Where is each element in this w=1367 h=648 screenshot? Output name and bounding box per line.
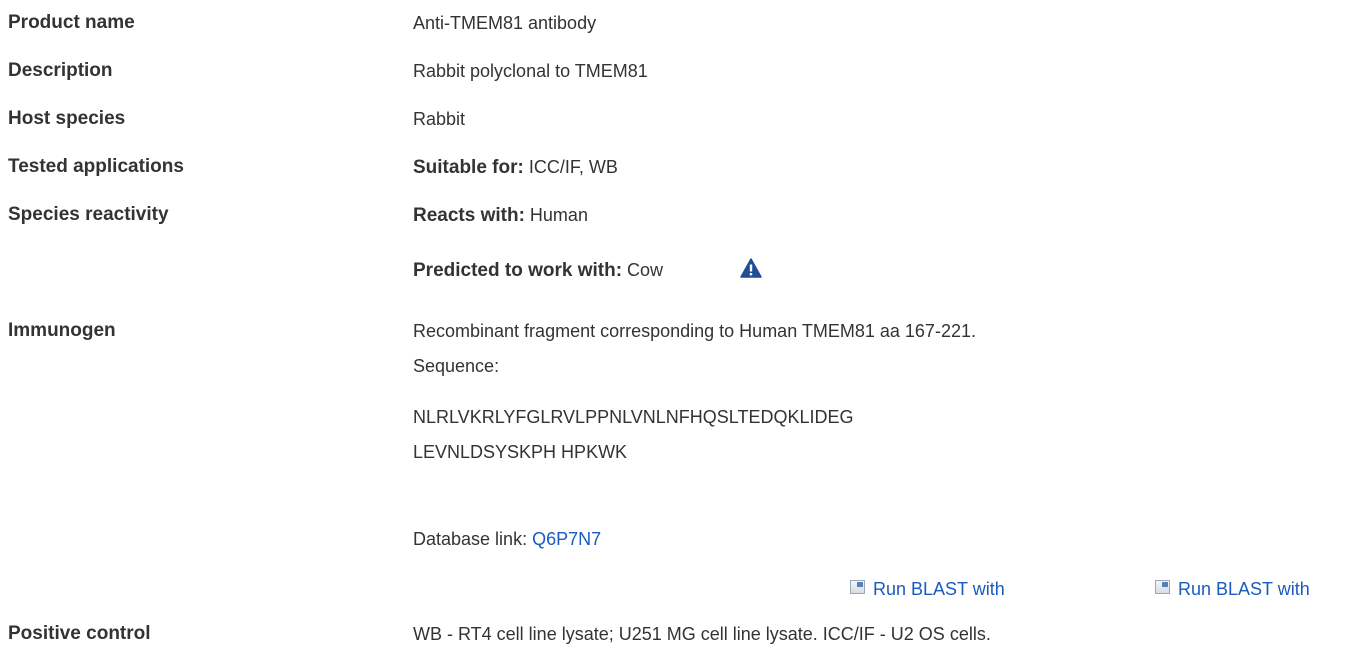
run-blast-label-2: Run BLAST with [1178, 579, 1310, 599]
database-link-row: Database link: Q6P7N7 [413, 527, 601, 551]
label-positive-control: Positive control [8, 623, 151, 644]
value-predicted-to-work: Predicted to work with: Cow [413, 258, 663, 283]
run-blast-link-2[interactable]: Run BLAST with [1155, 577, 1310, 601]
external-window-icon [1155, 580, 1170, 594]
immunogen-description: Recombinant fragment corresponding to Hu… [413, 321, 976, 341]
label-tested-applications: Tested applications [8, 156, 184, 177]
sequence-label: Sequence: [413, 356, 500, 376]
value-description: Rabbit polyclonal to TMEM81 [413, 61, 648, 81]
label-immunogen: Immunogen [8, 320, 116, 341]
run-blast-label-1: Run BLAST with [873, 579, 1005, 599]
value-tested-applications: Suitable for: ICC/IF, WB [413, 155, 618, 180]
suitable-for-prefix: Suitable for: [413, 157, 524, 178]
reacts-with-value: Human [524, 205, 588, 225]
predicted-prefix: Predicted to work with: [413, 260, 623, 281]
run-blast-link-1[interactable]: Run BLAST with [850, 577, 1005, 601]
label-species-reactivity: Species reactivity [8, 204, 169, 225]
value-reacts-with: Reacts with: Human [413, 203, 588, 228]
reacts-with-prefix: Reacts with: [413, 205, 525, 226]
value-host-species: Rabbit [413, 109, 466, 129]
predicted-value: Cow [622, 260, 664, 280]
label-host-species: Host species [8, 108, 126, 129]
external-window-icon [850, 580, 865, 594]
sequence-line-2: LEVNLDSYSKPH HPKWK [413, 442, 628, 462]
label-description: Description [8, 60, 113, 81]
value-positive-control: WB - RT4 cell line lysate; U251 MG cell … [413, 624, 991, 644]
suitable-for-value: ICC/IF, WB [523, 157, 618, 177]
label-product-name: Product name [8, 12, 135, 33]
datasheet-table: Product name Anti-TMEM81 antibody Descri… [0, 0, 1367, 648]
database-link-prefix: Database link: [413, 529, 533, 549]
value-product-name: Anti-TMEM81 antibody [413, 13, 597, 33]
database-link-q6p7n7[interactable]: Q6P7N7 [532, 529, 601, 549]
warning-triangle-icon[interactable] [740, 258, 762, 278]
sequence-line-1: NLRLVKRLYFGLRVLPPNLVNLNFHQSLTEDQKLIDEG [413, 407, 854, 427]
